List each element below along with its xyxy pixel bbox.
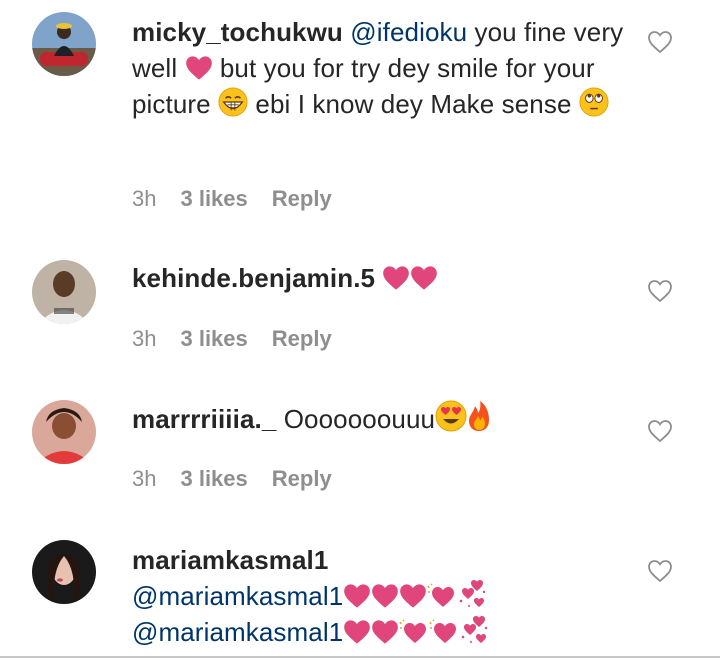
avatar[interactable]: [32, 400, 96, 464]
mention-link[interactable]: @mariamkasmal1: [132, 617, 343, 647]
heart-emoji-icon: [371, 619, 399, 645]
heart-outline-icon: [647, 279, 673, 303]
heart-emoji-icon: [371, 583, 399, 609]
heart-outline-icon: [647, 30, 673, 54]
comment-username[interactable]: kehinde.benjamin.5: [132, 263, 375, 293]
fire-emoji-icon: [467, 400, 491, 432]
comment-text: micky_tochukwu @ifedioku you fine very w…: [132, 14, 632, 122]
two-hearts-sparkle-emoji-icon: [457, 579, 487, 609]
reply-button[interactable]: Reply: [272, 326, 332, 352]
like-button[interactable]: [647, 559, 673, 583]
heart-emoji-icon: [343, 583, 371, 609]
beating-heart-emoji-icon: [427, 583, 457, 609]
comment-text: mariamkasmal1 @mariamkasmal1 @mariamkasm…: [132, 542, 632, 650]
comment-meta: 3h 3 likes Reply: [132, 466, 332, 492]
heart-emoji-icon: [185, 55, 213, 81]
comment-time: 3h: [132, 186, 157, 211]
comment-username[interactable]: micky_tochukwu: [132, 17, 343, 47]
avatar[interactable]: [32, 540, 96, 604]
rolling-eyes-emoji-icon: [579, 87, 609, 117]
two-hearts-sparkle-emoji-icon: [459, 615, 489, 645]
heart-emoji-icon: [410, 265, 438, 291]
mention-link[interactable]: @ifedioku: [350, 17, 467, 47]
avatar[interactable]: [32, 12, 96, 76]
likes-count[interactable]: 3 likes: [180, 326, 247, 352]
heart-emoji-icon: [399, 583, 427, 609]
comment-time: 3h: [132, 326, 157, 351]
reply-button[interactable]: Reply: [272, 466, 332, 492]
beating-heart-emoji-icon: [429, 619, 459, 645]
heart-emoji-icon: [343, 619, 371, 645]
likes-count[interactable]: 3 likes: [180, 466, 247, 492]
heart-emoji-icon: [382, 265, 410, 291]
comment-text-part: ebi I know dey Make sense: [255, 89, 572, 119]
like-button[interactable]: [647, 279, 673, 303]
comment-text: marrrriiiia._ Ooooooouuu: [132, 400, 632, 437]
heart-outline-icon: [647, 559, 673, 583]
comment-username[interactable]: marrrriiiia._: [132, 404, 276, 434]
mention-link[interactable]: @mariamkasmal1: [132, 581, 343, 611]
comment-username[interactable]: mariamkasmal1: [132, 545, 328, 575]
grinning-face-emoji-icon: [218, 87, 248, 117]
like-button[interactable]: [647, 30, 673, 54]
avatar[interactable]: [32, 260, 96, 324]
comment-time: 3h: [132, 466, 157, 491]
likes-count[interactable]: 3 likes: [180, 186, 247, 212]
comment-meta: 3h 3 likes Reply: [132, 326, 332, 352]
comment-meta: 3h 3 likes Reply: [132, 186, 332, 212]
comment-text: kehinde.benjamin.5: [132, 260, 632, 296]
divider: [0, 656, 720, 658]
comment-text-part: Ooooooouuu: [283, 404, 436, 434]
heart-outline-icon: [647, 419, 673, 443]
heart-eyes-emoji-icon: [435, 400, 467, 432]
reply-button[interactable]: Reply: [272, 186, 332, 212]
beating-heart-emoji-icon: [399, 619, 429, 645]
like-button[interactable]: [647, 419, 673, 443]
